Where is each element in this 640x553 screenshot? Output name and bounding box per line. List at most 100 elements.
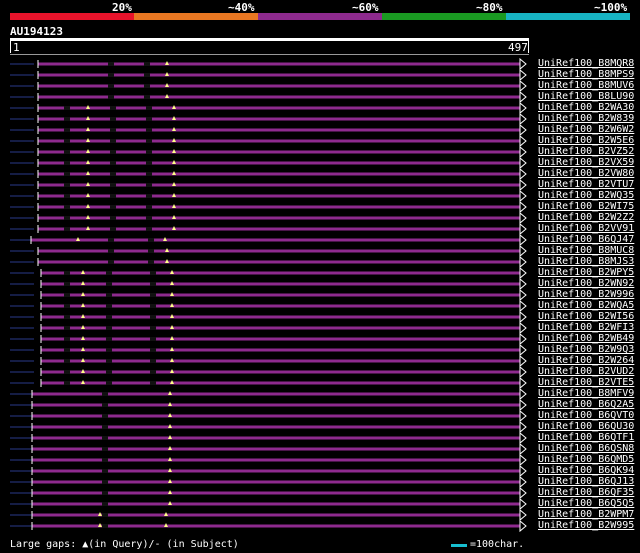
subject-gap-mark (102, 491, 108, 495)
hit-end-arrow-icon (519, 255, 527, 269)
hit-link[interactable]: UniRef100_B2W839 (538, 113, 634, 124)
hit-end-arrow-icon (519, 189, 527, 203)
hit-link[interactable]: UniRef100_B8MJS3 (538, 256, 634, 267)
hit-end-arrow-icon (519, 387, 527, 401)
subject-gap-mark (150, 326, 156, 330)
subject-gap-mark (148, 238, 154, 242)
subject-gap-mark (106, 304, 112, 308)
subject-gap-mark (64, 139, 70, 143)
hit-end-arrow-icon (519, 211, 527, 225)
hit-link[interactable]: UniRef100_B8MFV9 (538, 388, 634, 399)
subject-gap-mark (64, 227, 70, 231)
hit-link[interactable]: UniRef100_B2VX59 (538, 157, 634, 168)
hit-link[interactable]: UniRef100_B6QU30 (538, 421, 634, 432)
hit-link[interactable]: UniRef100_B2WN92 (538, 278, 634, 289)
hit-link[interactable]: UniRef100_B8MQR8 (538, 58, 634, 69)
hit-link[interactable]: UniRef100_B6QJ47 (538, 234, 634, 245)
subject-gap-mark (108, 238, 114, 242)
hit-link[interactable]: UniRef100_B6QF35 (538, 487, 634, 498)
hit-link[interactable]: UniRef100_B6QJ13 (538, 476, 634, 487)
subject-gap-mark (102, 524, 108, 528)
subject-gap-mark (64, 161, 70, 165)
scale-bar (451, 544, 467, 547)
hit-link[interactable]: UniRef100_B8MUC8 (538, 245, 634, 256)
hit-link[interactable]: UniRef100_B2W2Z2 (538, 212, 634, 223)
hit-link[interactable]: UniRef100_B2WI56 (538, 311, 634, 322)
hit-link[interactable]: UniRef100_B2WI75 (538, 201, 634, 212)
subject-gap-mark (150, 282, 156, 286)
hit-link[interactable]: UniRef100_B2W5E6 (538, 135, 634, 146)
subject-gap-mark (64, 326, 70, 330)
hit-link[interactable]: UniRef100_B6QMD5 (538, 454, 634, 465)
hit-link[interactable]: UniRef100_B2VTU7 (538, 179, 634, 190)
subject-gap-mark (146, 183, 152, 187)
hit-link[interactable]: UniRef100_B2VTE5 (538, 377, 634, 388)
hit-link[interactable]: UniRef100_B6Q5Q5 (538, 498, 634, 509)
hit-link[interactable]: UniRef100_B2WFI3 (538, 322, 634, 333)
hit-link[interactable]: UniRef100_B2WB49 (538, 333, 634, 344)
hit-link[interactable]: UniRef100_B2W996 (538, 289, 634, 300)
subject-gap-mark (110, 183, 116, 187)
subject-gap-mark (110, 227, 116, 231)
subject-gap-mark (146, 161, 152, 165)
hit-link[interactable]: UniRef100_B6QSN8 (538, 443, 634, 454)
subject-gap-mark (144, 73, 150, 77)
subject-gap-mark (146, 216, 152, 220)
hit-link[interactable]: UniRef100_B8MPS9 (538, 69, 634, 80)
subject-gap-mark (106, 315, 112, 319)
hit-link[interactable]: UniRef100_B2WQA5 (538, 300, 634, 311)
hit-link[interactable]: UniRef100_B2VV91 (538, 223, 634, 234)
subject-gap-mark (102, 447, 108, 451)
hit-link[interactable]: UniRef100_B2W9Q3 (538, 344, 634, 355)
hit-link[interactable]: UniRef100_B2WQ35 (538, 190, 634, 201)
subject-gap-mark (64, 183, 70, 187)
hit-end-arrow-icon (519, 431, 527, 445)
subject-gap-mark (64, 304, 70, 308)
hit-end-arrow-icon (519, 112, 527, 126)
hit-end-arrow-icon (519, 145, 527, 159)
subject-gap-mark (146, 106, 152, 110)
hit-end-arrow-icon (519, 167, 527, 181)
hit-end-arrow-icon (519, 453, 527, 467)
hit-list: UniRef100_B8MQR8 UniRef100_B8MPS9 UniRef10… (0, 0, 640, 553)
subject-gap-mark (64, 205, 70, 209)
subject-gap-mark (102, 403, 108, 407)
hit-link[interactable]: UniRef100_B6QVT0 (538, 410, 634, 421)
subject-gap-mark (144, 84, 150, 88)
subject-gap-mark (146, 172, 152, 176)
hit-end-arrow-icon (519, 266, 527, 280)
hit-end-arrow-icon (519, 376, 527, 390)
hit-link[interactable]: UniRef100_B8MUV6 (538, 80, 634, 91)
subject-gap-mark (102, 458, 108, 462)
hit-link[interactable]: UniRef100_B2VZ52 (538, 146, 634, 157)
hit-end-arrow-icon (519, 288, 527, 302)
hit-link[interactable]: UniRef100_B8LU90 (538, 91, 634, 102)
hit-link[interactable]: UniRef100_B2WPY5 (538, 267, 634, 278)
subject-gap-mark (64, 293, 70, 297)
hit-link[interactable]: UniRef100_B2WA30 (538, 102, 634, 113)
hit-link[interactable]: UniRef100_B6Q2A5 (538, 399, 634, 410)
hit-link[interactable]: UniRef100_B6QK94 (538, 465, 634, 476)
subject-gap-mark (64, 348, 70, 352)
subject-gap-mark (102, 480, 108, 484)
subject-gap-mark (110, 205, 116, 209)
subject-gap-mark (146, 150, 152, 154)
subject-gap-mark (64, 216, 70, 220)
subject-gap-mark (106, 348, 112, 352)
subject-gap-mark (108, 84, 114, 88)
hit-link[interactable]: UniRef100_B2W6W2 (538, 124, 634, 135)
subject-gap-mark (106, 293, 112, 297)
hit-end-arrow-icon (519, 123, 527, 137)
gaps-legend: Large gaps: ▲(in Query)/- (in Subject) (10, 539, 239, 550)
hit-link[interactable]: UniRef100_B2W264 (538, 355, 634, 366)
subject-gap-mark (110, 117, 116, 121)
hit-link[interactable]: UniRef100_B2WPM7 (538, 509, 634, 520)
hit-end-arrow-icon (519, 321, 527, 335)
hit-end-arrow-icon (519, 68, 527, 82)
subject-gap-mark (110, 216, 116, 220)
hit-link[interactable]: UniRef100_B2VW80 (538, 168, 634, 179)
hit-link[interactable]: UniRef100_B6QTF1 (538, 432, 634, 443)
hit-link[interactable]: UniRef100_B2VUD2 (538, 366, 634, 377)
subject-gap-mark (108, 73, 114, 77)
hit-link[interactable]: UniRef100_B2W995 (538, 520, 634, 531)
